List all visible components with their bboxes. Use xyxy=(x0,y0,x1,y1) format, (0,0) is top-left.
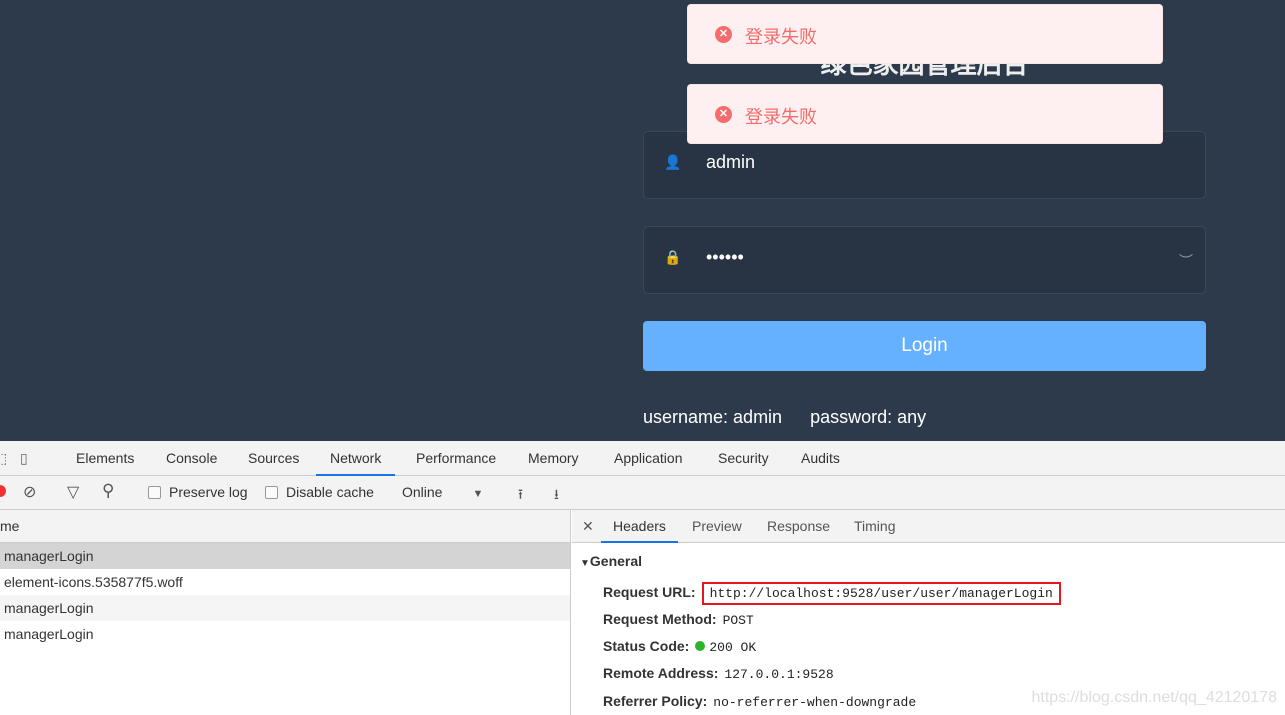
field-value: http://localhost:9528/user/user/managerL… xyxy=(701,582,1061,605)
tab-memory[interactable]: Memory xyxy=(528,450,579,466)
password-value: •••••• xyxy=(706,247,744,267)
request-list: me managerLogin element-icons.535877f5.w… xyxy=(0,510,571,715)
field-label: Request Method: xyxy=(603,611,717,627)
field-value: 200 OK xyxy=(709,640,757,655)
chevron-down-icon: ▼ xyxy=(472,488,484,500)
lock-icon: 🔒 xyxy=(664,249,682,265)
tab-audits[interactable]: Audits xyxy=(801,450,840,466)
inspect-icon[interactable]: ⬚ xyxy=(0,450,7,467)
request-method-row: Request Method: POST xyxy=(603,611,754,628)
user-icon: 👤 xyxy=(664,154,682,170)
error-toast: ✕ 登录失败 xyxy=(687,4,1163,64)
name-column-header[interactable]: me xyxy=(0,510,570,543)
password-input[interactable]: 🔒 •••••• ︶ xyxy=(643,226,1206,294)
throttle-value: Online xyxy=(402,484,443,500)
error-icon: ✕ xyxy=(715,106,732,123)
general-section[interactable]: ▼General xyxy=(580,553,642,569)
tab-application[interactable]: Application xyxy=(614,450,683,466)
download-icon[interactable]: ⭳ xyxy=(554,484,559,508)
list-item[interactable]: managerLogin xyxy=(0,543,570,569)
field-value: no-referrer-when-downgrade xyxy=(713,695,917,710)
tip-username: username: admin xyxy=(643,407,783,427)
error-icon: ✕ xyxy=(715,26,732,43)
devtools-tabs: ⬚ ▯ Elements Console Sources Network Per… xyxy=(0,441,1285,476)
request-url-row: Request URL: http://localhost:9528/user/u… xyxy=(603,582,1061,605)
list-item[interactable]: managerLogin xyxy=(0,595,570,621)
field-label: Status Code: xyxy=(603,638,690,654)
tab-headers[interactable]: Headers xyxy=(601,518,678,543)
devtools: ⬚ ▯ Elements Console Sources Network Per… xyxy=(0,441,1285,715)
filter-icon[interactable]: ▽ xyxy=(67,482,79,502)
login-tips: username: admin password: any xyxy=(643,407,954,428)
field-value: 127.0.0.1:9528 xyxy=(724,667,834,682)
request-detail: ✕ Headers Preview Response Timing ▼Gener… xyxy=(572,510,1285,715)
tab-preview[interactable]: Preview xyxy=(692,518,742,534)
toast-message: 登录失败 xyxy=(745,107,817,128)
network-toolbar: ⊘ ▽ ⚲ Preserve log Disable cache Online ▼… xyxy=(0,476,1285,510)
tab-elements[interactable]: Elements xyxy=(76,450,134,466)
section-title: General xyxy=(589,553,643,569)
search-icon[interactable]: ⚲ xyxy=(102,481,114,501)
referrer-policy-row: Referrer Policy: no-referrer-when-downgra… xyxy=(603,693,916,710)
device-toggle-icon[interactable]: ▯ xyxy=(20,450,28,467)
disable-cache-label: Disable cache xyxy=(286,484,374,500)
list-item[interactable]: element-icons.535877f5.woff xyxy=(0,569,570,595)
field-label: Request URL: xyxy=(603,584,696,600)
preserve-log-label: Preserve log xyxy=(169,484,248,500)
tab-response[interactable]: Response xyxy=(767,518,830,534)
detail-tabs: ✕ Headers Preview Response Timing xyxy=(572,510,1285,543)
status-code-row: Status Code: 200 OK xyxy=(603,638,756,655)
tab-network[interactable]: Network xyxy=(315,450,396,476)
status-dot-icon xyxy=(695,641,706,651)
login-page: 绿色家园管理后台 ✕ 登录失败 ✕ 登录失败 👤 admin 🔒 •••••• ︶ Log… xyxy=(0,0,1285,441)
upload-icon[interactable]: ⭱ xyxy=(518,484,523,508)
field-value: POST xyxy=(722,613,754,628)
field-label: Referrer Policy: xyxy=(603,693,708,709)
record-icon[interactable] xyxy=(0,485,6,497)
tab-sources[interactable]: Sources xyxy=(248,450,299,466)
list-item[interactable]: managerLogin xyxy=(0,621,570,647)
login-button[interactable]: Login xyxy=(643,321,1206,371)
disable-cache-checkbox[interactable]: Disable cache xyxy=(265,484,374,500)
remote-address-row: Remote Address: 127.0.0.1:9528 xyxy=(603,665,834,682)
tab-console[interactable]: Console xyxy=(166,450,217,466)
clear-icon[interactable]: ⊘ xyxy=(23,482,36,502)
triangle-down-icon: ▼ xyxy=(580,558,590,569)
close-icon[interactable]: ✕ xyxy=(582,518,594,535)
tab-security[interactable]: Security xyxy=(718,450,769,466)
tip-password: password: any xyxy=(810,407,927,427)
watermark: https://blog.csdn.net/qq_42120178 xyxy=(1031,689,1277,706)
tab-timing[interactable]: Timing xyxy=(854,518,896,534)
error-toast: ✕ 登录失败 xyxy=(687,84,1163,144)
tab-performance[interactable]: Performance xyxy=(416,450,496,466)
username-value: admin xyxy=(706,152,756,172)
throttle-select[interactable]: Online ▼ xyxy=(402,484,483,500)
field-label: Remote Address: xyxy=(603,665,719,681)
eye-closed-icon[interactable]: ︶ xyxy=(1179,251,1193,271)
toast-message: 登录失败 xyxy=(745,27,817,48)
preserve-log-checkbox[interactable]: Preserve log xyxy=(148,484,248,500)
